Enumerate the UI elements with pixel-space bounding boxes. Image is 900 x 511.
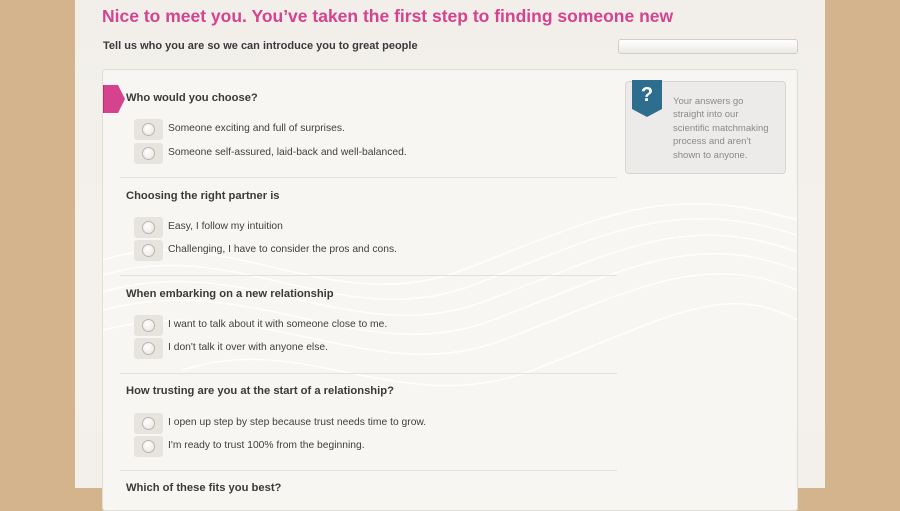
question-separator <box>120 275 617 276</box>
radio-button[interactable] <box>134 436 163 457</box>
radio-button[interactable] <box>134 338 163 359</box>
answer-label: I open up step by step because trust nee… <box>168 417 427 428</box>
info-text: Your answers go straight into our scient… <box>673 96 769 161</box>
page-container: Nice to meet you. You’ve taken the first… <box>75 0 825 511</box>
radio-button[interactable] <box>134 143 163 164</box>
question-text: Choosing the right partner is <box>126 190 280 202</box>
answer-label: I don't talk it over with anyone else. <box>168 342 328 353</box>
radio-button[interactable] <box>134 240 163 261</box>
question-separator <box>120 470 617 471</box>
question-text: When embarking on a new relationship <box>126 288 334 300</box>
answer-label: Someone self-assured, laid-back and well… <box>168 147 407 158</box>
privacy-info-box: ? Your answers go straight into our scie… <box>625 80 786 174</box>
answer-label: Easy, I follow my intuition <box>168 221 283 232</box>
radio-button[interactable] <box>134 217 163 238</box>
answer-label: Challenging, I have to consider the pros… <box>168 244 397 255</box>
answer-label: Someone exciting and full of surprises. <box>168 123 345 134</box>
question-text: Who would you choose? <box>126 92 258 104</box>
question-separator <box>120 373 617 374</box>
current-question-marker-icon <box>103 85 125 113</box>
radio-button[interactable] <box>134 119 163 140</box>
progress-bar <box>618 39 798 54</box>
question-separator <box>120 177 617 178</box>
radio-button[interactable] <box>134 413 163 434</box>
questionnaire-panel: ? Your answers go straight into our scie… <box>102 69 798 511</box>
question-text: How trusting are you at the start of a r… <box>126 385 394 397</box>
question-mark-icon: ? <box>632 80 662 117</box>
page-subtitle: Tell us who you are so we can introduce … <box>103 40 418 52</box>
radio-button[interactable] <box>134 315 163 336</box>
page-title: Nice to meet you. You’ve taken the first… <box>102 6 674 26</box>
info-badge-char: ? <box>640 84 654 106</box>
answer-label: I want to talk about it with someone clo… <box>168 319 388 330</box>
answer-label: I'm ready to trust 100% from the beginni… <box>168 440 365 451</box>
question-text: Which of these fits you best? <box>126 482 282 494</box>
